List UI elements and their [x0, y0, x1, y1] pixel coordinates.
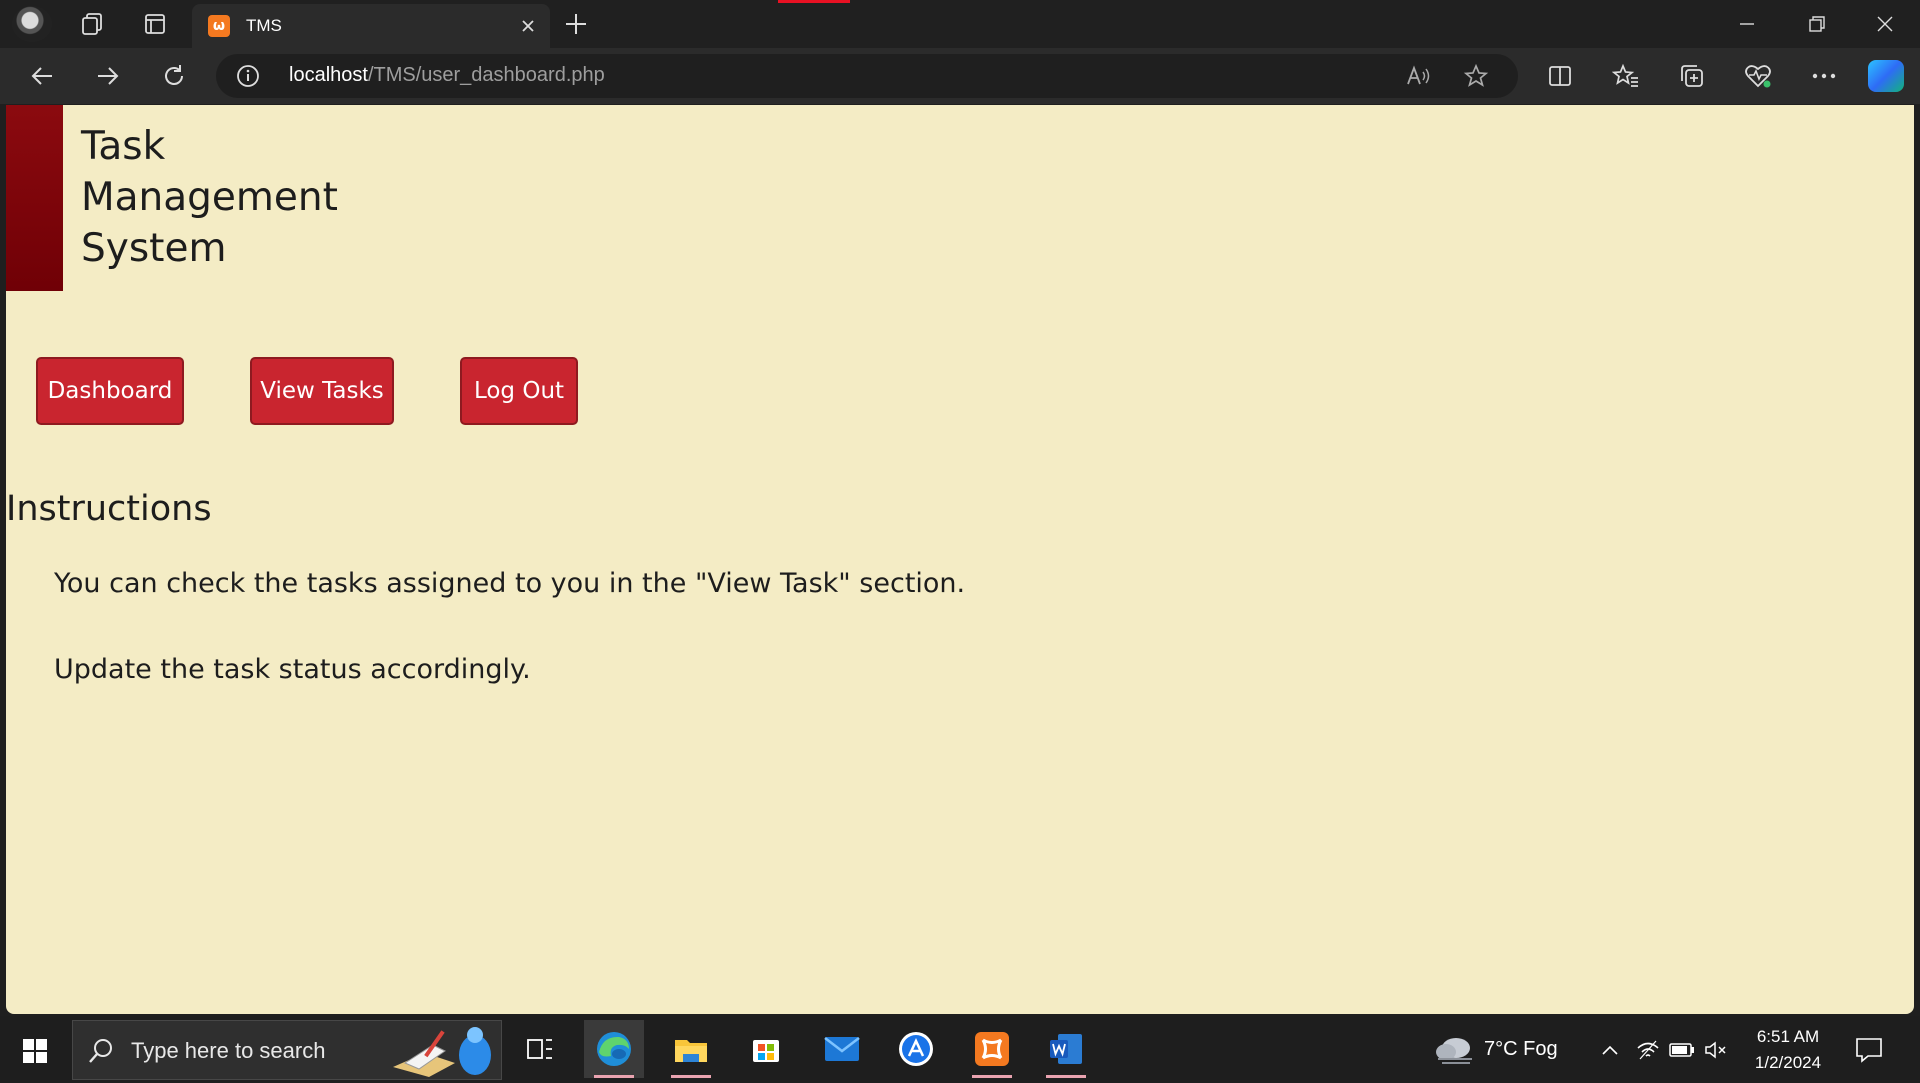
- log-out-button[interactable]: Log Out: [460, 357, 578, 425]
- view-tasks-button[interactable]: View Tasks: [250, 357, 394, 425]
- read-aloud-icon[interactable]: [1402, 62, 1434, 90]
- header-accent-bar: [6, 105, 63, 291]
- battery-icon[interactable]: [1668, 1038, 1696, 1062]
- recording-indicator: [778, 0, 850, 3]
- volume-muted-icon[interactable]: [1702, 1038, 1730, 1062]
- clock-date: 1/2/2024: [1754, 1053, 1822, 1072]
- windows-start-icon[interactable]: [16, 1032, 56, 1072]
- mail-icon[interactable]: [812, 1020, 872, 1078]
- weather-cloud-icon[interactable]: [1434, 1038, 1474, 1064]
- search-highlight-illustration-icon: [385, 1023, 501, 1079]
- word-icon[interactable]: [1036, 1020, 1096, 1078]
- profile-avatar[interactable]: [12, 6, 52, 42]
- search-placeholder: Type here to search: [131, 1038, 326, 1063]
- address-bar[interactable]: localhost/TMS/user_dashboard.php: [216, 54, 1518, 98]
- split-screen-icon[interactable]: [1540, 58, 1580, 94]
- url-text[interactable]: localhost/TMS/user_dashboard.php: [289, 64, 605, 87]
- close-tab-icon[interactable]: [516, 14, 540, 38]
- active-indicator: [671, 1075, 711, 1078]
- browser-essentials-icon[interactable]: [1738, 58, 1778, 94]
- system-clock[interactable]: 6:51 AM 1/2/2024: [1748, 1024, 1828, 1076]
- workspaces-icon[interactable]: [76, 8, 108, 40]
- tab-actions-icon[interactable]: [139, 8, 171, 40]
- wifi-icon[interactable]: [1634, 1038, 1662, 1062]
- clock-time: 6:51 AM: [1756, 1027, 1820, 1046]
- site-title-line: Task: [81, 124, 166, 169]
- notification-icon[interactable]: [1854, 1036, 1886, 1066]
- active-indicator: [972, 1075, 1012, 1078]
- site-title-line: Management: [81, 175, 338, 220]
- site-title: Task Management System: [81, 121, 381, 274]
- active-indicator: [594, 1075, 634, 1078]
- xampp-icon: ω: [208, 15, 230, 37]
- refresh-icon[interactable]: [154, 58, 194, 94]
- instruction-text: You can check the tasks assigned to you …: [54, 568, 966, 599]
- page-viewport: Task Management System Dashboard View Ta…: [6, 105, 1914, 1014]
- close-window-icon[interactable]: [1860, 4, 1910, 44]
- tab-title: TMS: [246, 16, 282, 35]
- edge-taskbar-icon[interactable]: [584, 1020, 644, 1078]
- app-store-icon[interactable]: [886, 1020, 946, 1078]
- instructions-heading: Instructions: [6, 489, 212, 529]
- dashboard-button[interactable]: Dashboard: [36, 357, 184, 425]
- microsoft-store-icon[interactable]: [736, 1020, 796, 1078]
- tab-tms[interactable]: ω TMS: [192, 4, 550, 48]
- site-info-icon[interactable]: [236, 64, 260, 88]
- search-icon: [87, 1037, 115, 1065]
- instruction-text: Update the task status accordingly.: [54, 654, 531, 685]
- active-indicator: [1046, 1075, 1086, 1078]
- forward-icon[interactable]: [88, 58, 128, 94]
- copilot-icon[interactable]: [1868, 60, 1904, 92]
- new-tab-icon[interactable]: [560, 8, 592, 40]
- browser-toolbar: localhost/TMS/user_dashboard.php: [0, 48, 1920, 104]
- chevron-up-icon[interactable]: [1596, 1038, 1624, 1062]
- task-view-icon[interactable]: [510, 1020, 570, 1078]
- site-title-line: System: [81, 226, 227, 271]
- weather-text[interactable]: 7°C Fog: [1484, 1038, 1558, 1061]
- restore-icon[interactable]: [1792, 4, 1842, 44]
- favorite-star-icon[interactable]: [1460, 62, 1492, 90]
- taskbar: Type here to search 7°C Fog 6:51 AM 1/2/…: [0, 1016, 1920, 1080]
- taskbar-search-box[interactable]: Type here to search: [72, 1020, 502, 1080]
- xampp-taskbar-icon[interactable]: [962, 1020, 1022, 1078]
- minimize-icon[interactable]: [1722, 4, 1772, 44]
- collections-icon[interactable]: [1672, 58, 1712, 94]
- browser-tab-strip: ω TMS: [0, 0, 1920, 48]
- back-icon[interactable]: [22, 58, 62, 94]
- favorites-icon[interactable]: [1606, 58, 1646, 94]
- file-explorer-icon[interactable]: [661, 1020, 721, 1078]
- more-options-icon[interactable]: [1804, 58, 1844, 94]
